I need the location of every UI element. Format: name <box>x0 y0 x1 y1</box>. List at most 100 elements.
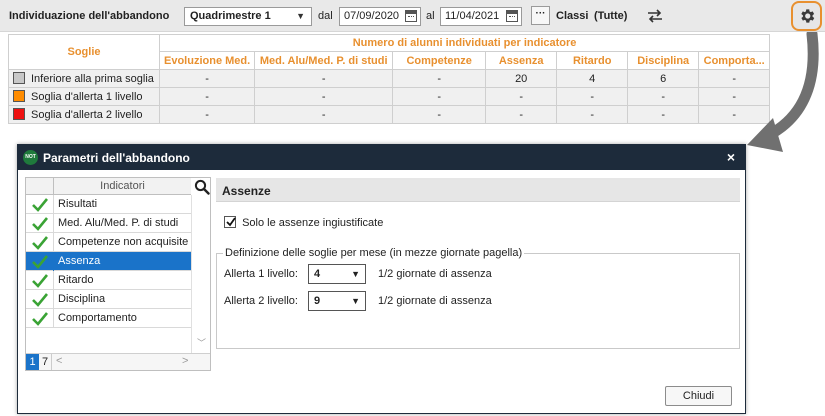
more-options-button[interactable]: ··· <box>531 6 550 25</box>
table-cell: 20 <box>485 69 558 88</box>
table-cell: - <box>392 87 487 106</box>
date-from-value: 07/09/2020 <box>344 10 400 22</box>
check-column-header[interactable] <box>26 178 54 195</box>
date-to-value: 11/04/2021 <box>445 10 500 22</box>
threshold-label: Inferiore alla prima soglia <box>31 73 154 85</box>
table-cell: - <box>158 87 256 106</box>
toolbar: Individuazione dell'abbandono Quadrimest… <box>0 0 825 32</box>
search-icon[interactable] <box>194 179 210 195</box>
soglie-header: Soglie <box>8 34 160 70</box>
page-current[interactable]: 1 <box>26 354 39 370</box>
threshold-label: Soglia d'allerta 1 livello <box>31 91 143 103</box>
chevron-down-icon[interactable]: ﹀ <box>197 336 206 349</box>
chevron-down-icon: ▼ <box>351 269 360 279</box>
date-from-label: dal <box>318 10 333 22</box>
table-cell: - <box>158 69 256 88</box>
threshold-swatch <box>13 72 25 84</box>
summary-table: Soglie Numero di alunni individuati per … <box>8 34 771 124</box>
list-item-label: Risultati <box>58 198 98 210</box>
indicator-header-label[interactable]: Indicatori <box>54 180 191 192</box>
chevron-left-icon[interactable]: < <box>56 355 62 367</box>
column-header[interactable]: Assenza <box>485 51 558 70</box>
table-row[interactable]: Inferiore alla prima soglia - - - 20 4 6… <box>8 69 771 88</box>
calendar-icon[interactable] <box>506 10 518 22</box>
column-header[interactable]: Evoluzione Med. <box>158 51 256 70</box>
parameters-dialog: NOT Parametri dell'abbandono × Indicator… <box>17 144 746 414</box>
detail-title: Assenze <box>222 184 271 198</box>
alert-1-unit: 1/2 giornate di assenza <box>378 268 492 280</box>
column-header[interactable]: Disciplina <box>627 51 700 70</box>
thresholds-legend: Definizione delle soglie per mese (in me… <box>225 247 523 259</box>
toolbar-title: Individuazione dell'abbandono <box>9 10 170 22</box>
alert-1-select[interactable]: 4 ▼ <box>308 264 366 284</box>
swap-arrows-icon[interactable] <box>645 7 665 25</box>
alert-2-unit: 1/2 giornate di assenza <box>378 295 492 307</box>
table-cell: - <box>392 105 487 124</box>
unjustified-absences-option[interactable]: Solo le assenze ingiustificate <box>224 216 383 229</box>
check-icon[interactable] <box>26 233 54 252</box>
calendar-icon[interactable] <box>405 10 417 22</box>
alert-1-value: 4 <box>314 268 321 280</box>
alert-2-value: 9 <box>314 295 321 307</box>
check-icon[interactable] <box>26 309 54 328</box>
date-to-label: al <box>426 10 435 22</box>
check-icon[interactable] <box>26 195 54 214</box>
table-cell: - <box>254 69 394 88</box>
table-cell: - <box>627 105 700 124</box>
unjustified-checkbox[interactable] <box>224 216 236 228</box>
alert-2-select[interactable]: 9 ▼ <box>308 291 366 311</box>
dialog-title-bar: NOT Parametri dell'abbandono × <box>18 145 745 170</box>
checkbox-label: Solo le assenze ingiustificate <box>242 217 384 229</box>
list-item[interactable]: Med. Alu/Med. P. di studi <box>26 214 191 233</box>
table-row[interactable]: Soglia d'allerta 2 livello - - - - - - - <box>8 105 771 124</box>
table-cell: - <box>556 105 629 124</box>
table-cell: - <box>254 87 394 106</box>
list-item-label: Disciplina <box>58 293 106 305</box>
table-cell: - <box>254 105 394 124</box>
detail-header: Assenze <box>216 178 740 202</box>
list-item[interactable]: Competenze non acquisite <box>26 233 191 252</box>
table-cell: 4 <box>556 69 629 88</box>
threshold-label: Soglia d'allerta 2 livello <box>31 109 143 121</box>
list-item[interactable]: Risultati <box>26 195 191 214</box>
list-item-label: Ritardo <box>58 274 94 286</box>
list-item[interactable]: Ritardo <box>26 271 191 290</box>
classes-label: Classi <box>556 10 589 22</box>
vertical-scrollbar[interactable]: ﹀ <box>191 195 210 353</box>
list-item-selected[interactable]: Assenza <box>26 252 191 271</box>
chevron-right-icon[interactable]: > <box>182 355 188 367</box>
settings-button[interactable] <box>791 1 822 31</box>
list-item[interactable]: Disciplina <box>26 290 191 309</box>
close-icon[interactable]: × <box>727 149 735 165</box>
list-item-label: Competenze non acquisite <box>58 236 189 248</box>
dialog-title: Parametri dell'abbandono <box>43 151 190 165</box>
chevron-down-icon: ▼ <box>351 296 360 306</box>
table-cell: - <box>158 105 256 124</box>
table-cell: - <box>627 87 700 106</box>
column-header[interactable]: Med. Alu/Med. P. di studi <box>254 51 394 70</box>
table-row[interactable]: Soglia d'allerta 1 livello - - - - - - - <box>8 87 771 106</box>
table-cell: - <box>485 105 558 124</box>
threshold-swatch <box>13 108 25 120</box>
list-item-label: Assenza <box>58 255 101 267</box>
list-item[interactable]: Comportamento <box>26 309 191 328</box>
check-icon[interactable] <box>26 214 54 233</box>
date-to-field[interactable]: 11/04/2021 <box>440 7 522 26</box>
indicator-group-header: Numero di alunni individuati per indicat… <box>158 34 771 52</box>
check-icon[interactable] <box>26 271 54 290</box>
column-header[interactable]: Ritardo <box>556 51 629 70</box>
page-total[interactable]: 7 <box>39 354 52 370</box>
table-cell: - <box>556 87 629 106</box>
date-from-field[interactable]: 07/09/2020 <box>339 7 421 26</box>
list-item-label: Med. Alu/Med. P. di studi <box>58 217 179 229</box>
indicator-list-header: Indicatori <box>26 178 191 195</box>
close-button[interactable]: Chiudi <box>665 386 732 406</box>
check-icon[interactable] <box>26 252 54 271</box>
indicator-list: Indicatori Risultati Med. Alu/Med. P. di… <box>25 177 211 371</box>
check-icon[interactable] <box>26 290 54 309</box>
table-cell: - <box>392 69 487 88</box>
column-header[interactable]: Competenze <box>392 51 487 70</box>
period-select[interactable]: Quadrimestre 1 ▼ <box>184 7 312 26</box>
app-logo-icon: NOT <box>23 150 38 165</box>
list-footer: 1 7 < > <box>26 353 210 370</box>
